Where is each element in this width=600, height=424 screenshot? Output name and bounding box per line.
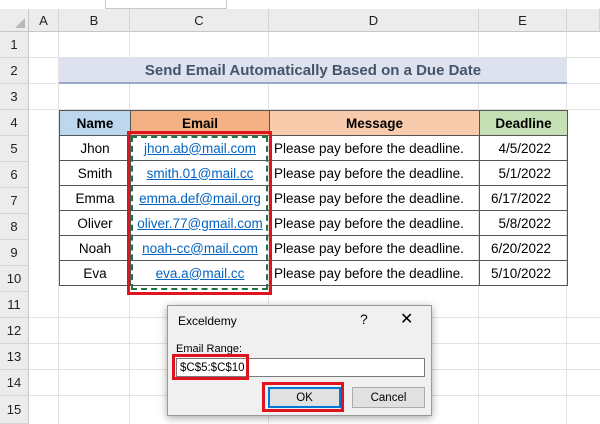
name-cell[interactable]: Smith [59, 160, 131, 186]
header-name[interactable]: Name [59, 110, 131, 136]
table-row: Oliver oliver.77@gmail.com Please pay be… [59, 210, 568, 236]
column-header-c[interactable]: C [130, 9, 269, 32]
email-cell[interactable]: noah-cc@mail.com [130, 235, 270, 261]
email-link[interactable]: emma.def@mail.org [139, 191, 261, 206]
row-header-10[interactable]: 10 [0, 266, 29, 292]
help-icon[interactable]: ? [360, 311, 368, 327]
header-deadline[interactable]: Deadline [479, 110, 568, 136]
row-header-13[interactable]: 13 [0, 344, 29, 370]
email-link[interactable]: oliver.77@gmail.com [137, 216, 263, 231]
deadline-cell[interactable]: 6/20/2022 [479, 235, 568, 261]
email-link[interactable]: eva.a@mail.cc [156, 266, 245, 281]
email-cell[interactable]: smith.01@mail.cc [130, 160, 270, 186]
message-cell[interactable]: Please pay before the deadline. [269, 135, 480, 161]
cancel-button[interactable]: Cancel [352, 387, 425, 408]
row-header-2[interactable]: 2 [0, 58, 29, 84]
row-header-7[interactable]: 7 [0, 188, 29, 214]
name-cell[interactable]: Oliver [59, 210, 131, 236]
deadline-cell[interactable]: 6/17/2022 [479, 185, 568, 211]
name-cell[interactable]: Emma [59, 185, 131, 211]
close-icon[interactable]: ✕ [400, 309, 413, 329]
table-header-row: Name Email Message Deadline [59, 110, 568, 136]
message-cell[interactable]: Please pay before the deadline. [269, 160, 480, 186]
email-cell[interactable]: jhon.ab@mail.com [130, 135, 270, 161]
email-cell[interactable]: oliver.77@gmail.com [130, 210, 270, 236]
row-header-14[interactable]: 14 [0, 370, 29, 396]
row-header-8[interactable]: 8 [0, 214, 29, 240]
email-cell[interactable]: eva.a@mail.cc [130, 260, 270, 286]
table-row: Jhon jhon.ab@mail.com Please pay before … [59, 135, 568, 161]
column-header-a[interactable]: A [29, 9, 59, 32]
email-cell[interactable]: emma.def@mail.org [130, 185, 270, 211]
table-row: Emma emma.def@mail.org Please pay before… [59, 185, 568, 211]
highlight-box-input [172, 354, 249, 380]
tab-edge[interactable] [105, 0, 227, 9]
name-cell[interactable]: Jhon [59, 135, 131, 161]
email-link[interactable]: jhon.ab@mail.com [144, 141, 256, 156]
deadline-cell[interactable]: 4/5/2022 [479, 135, 568, 161]
column-header-d[interactable]: D [269, 9, 479, 32]
deadline-cell[interactable]: 5/10/2022 [479, 260, 568, 286]
header-email[interactable]: Email [130, 110, 270, 136]
row-header-12[interactable]: 12 [0, 318, 29, 344]
row-header-5[interactable]: 5 [0, 136, 29, 162]
highlight-box-ok [262, 382, 344, 412]
spreadsheet: A B C D E 1 2 3 4 5 6 7 8 9 10 11 12 13 … [0, 0, 600, 424]
table-row: Smith smith.01@mail.cc Please pay before… [59, 160, 568, 186]
sheet-title[interactable]: Send Email Automatically Based on a Due … [59, 58, 567, 84]
column-header-e[interactable]: E [479, 9, 567, 32]
name-cell[interactable]: Eva [59, 260, 131, 286]
table-row: Eva eva.a@mail.cc Please pay before the … [59, 260, 568, 286]
deadline-cell[interactable]: 5/1/2022 [479, 160, 568, 186]
deadline-cell[interactable]: 5/8/2022 [479, 210, 568, 236]
email-link[interactable]: smith.01@mail.cc [147, 166, 254, 181]
row-header-6[interactable]: 6 [0, 162, 29, 188]
name-cell[interactable]: Noah [59, 235, 131, 261]
column-header-f[interactable] [567, 9, 600, 32]
row-header-9[interactable]: 9 [0, 240, 29, 266]
column-header-b[interactable]: B [59, 9, 130, 32]
message-cell[interactable]: Please pay before the deadline. [269, 210, 480, 236]
message-cell[interactable]: Please pay before the deadline. [269, 185, 480, 211]
table-row: Noah noah-cc@mail.com Please pay before … [59, 235, 568, 261]
top-tab-strip [0, 0, 600, 9]
row-header-11[interactable]: 11 [0, 292, 29, 318]
row-header-4[interactable]: 4 [0, 110, 29, 136]
header-message[interactable]: Message [269, 110, 480, 136]
message-cell[interactable]: Please pay before the deadline. [269, 260, 480, 286]
select-all-triangle-icon [15, 18, 25, 28]
row-header-3[interactable]: 3 [0, 84, 29, 110]
email-link[interactable]: noah-cc@mail.com [142, 241, 258, 256]
row-header-15[interactable]: 15 [0, 396, 29, 424]
data-table: Name Email Message Deadline Jhon jhon.ab… [59, 110, 568, 286]
dialog-title: Exceldemy [178, 314, 237, 328]
row-header-1[interactable]: 1 [0, 32, 29, 58]
select-all-corner[interactable] [0, 9, 29, 32]
message-cell[interactable]: Please pay before the deadline. [269, 235, 480, 261]
